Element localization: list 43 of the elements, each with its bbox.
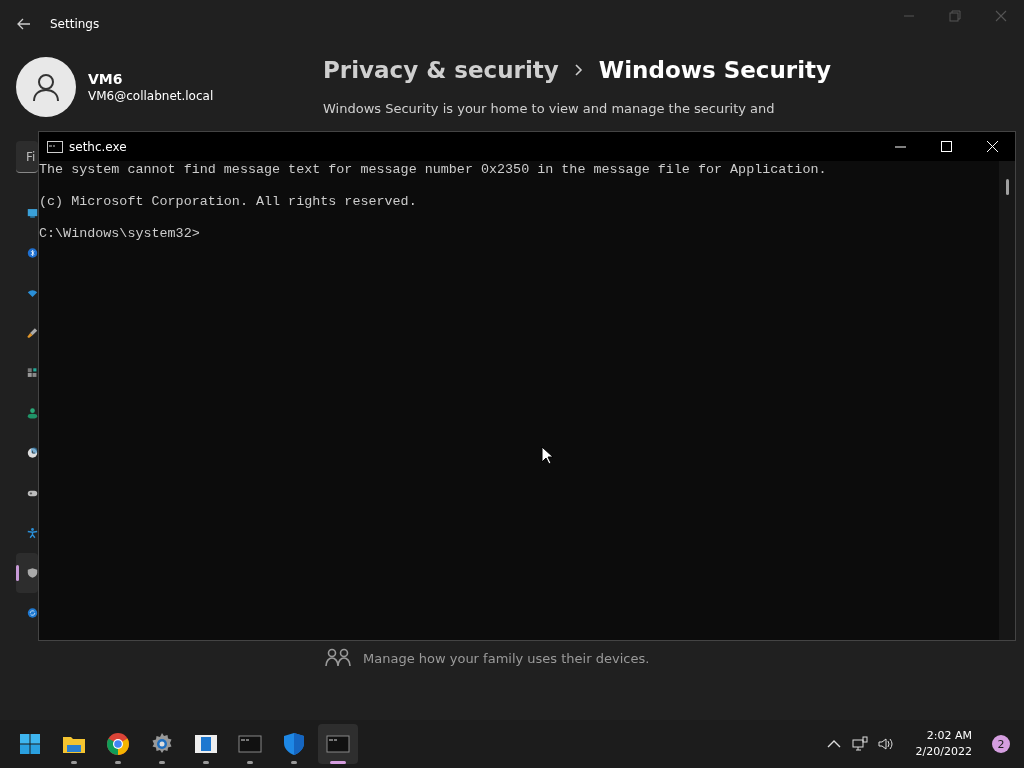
- page-title: Windows Security: [598, 57, 832, 83]
- window-title: Settings: [50, 17, 100, 31]
- refresh-icon: [27, 606, 38, 620]
- scrollbar[interactable]: [999, 161, 1015, 640]
- maximize-icon[interactable]: [940, 141, 952, 152]
- speaker-icon[interactable]: [877, 736, 894, 752]
- console-line: The system cannot find message text for message number 0x2350 in the message file for Application.: [39, 162, 828, 178]
- network-icon[interactable]: [851, 736, 868, 752]
- person-figure-icon: [27, 526, 38, 540]
- person-icon: [31, 72, 61, 102]
- shield-icon: [282, 732, 306, 756]
- description-text: Windows Security is your home to view and manage the security and: [323, 101, 776, 116]
- document-window-icon: [194, 732, 218, 756]
- user-email: VM6@collabnet.local: [88, 89, 214, 103]
- clock[interactable]: 2:02 AM 2/20/2022: [915, 728, 972, 760]
- notification-badge[interactable]: 2: [992, 735, 1010, 753]
- taskbar-button[interactable]: [318, 724, 358, 764]
- clock-icon: [27, 446, 38, 460]
- terminal-icon: [326, 732, 350, 756]
- terminal-icon: [47, 140, 63, 153]
- scrollbar-thumb[interactable]: [1005, 179, 1009, 195]
- shield-icon: [27, 566, 38, 580]
- mouse-pointer-icon: [541, 446, 553, 465]
- bluetooth-icon: [27, 246, 38, 260]
- window-title: sethc.exe: [69, 139, 127, 154]
- nav-item[interactable]: [16, 553, 38, 593]
- monitor-icon: [27, 206, 38, 220]
- family-icon: [325, 648, 351, 668]
- selection-indicator: [16, 565, 19, 581]
- apps-icon: [27, 366, 38, 380]
- family-description: Manage how your family uses their devices.: [363, 650, 650, 666]
- breadcrumb-link[interactable]: Privacy & security: [323, 57, 559, 83]
- back-arrow-icon[interactable]: [16, 16, 32, 32]
- user-name: VM6: [88, 71, 124, 87]
- people-icon: [27, 406, 38, 420]
- browser-icon: [106, 732, 130, 756]
- console-line: C:\Windows\system32>: [39, 226, 201, 242]
- brush-icon: [27, 326, 38, 340]
- console-line: (c) Microsoft Corporation. All rights reserved.: [39, 194, 418, 210]
- terminal-icon: [238, 732, 262, 756]
- chevron-icon: [572, 63, 585, 77]
- search-field[interactable]: Fi: [16, 141, 38, 173]
- windows-logo-icon: [18, 732, 42, 756]
